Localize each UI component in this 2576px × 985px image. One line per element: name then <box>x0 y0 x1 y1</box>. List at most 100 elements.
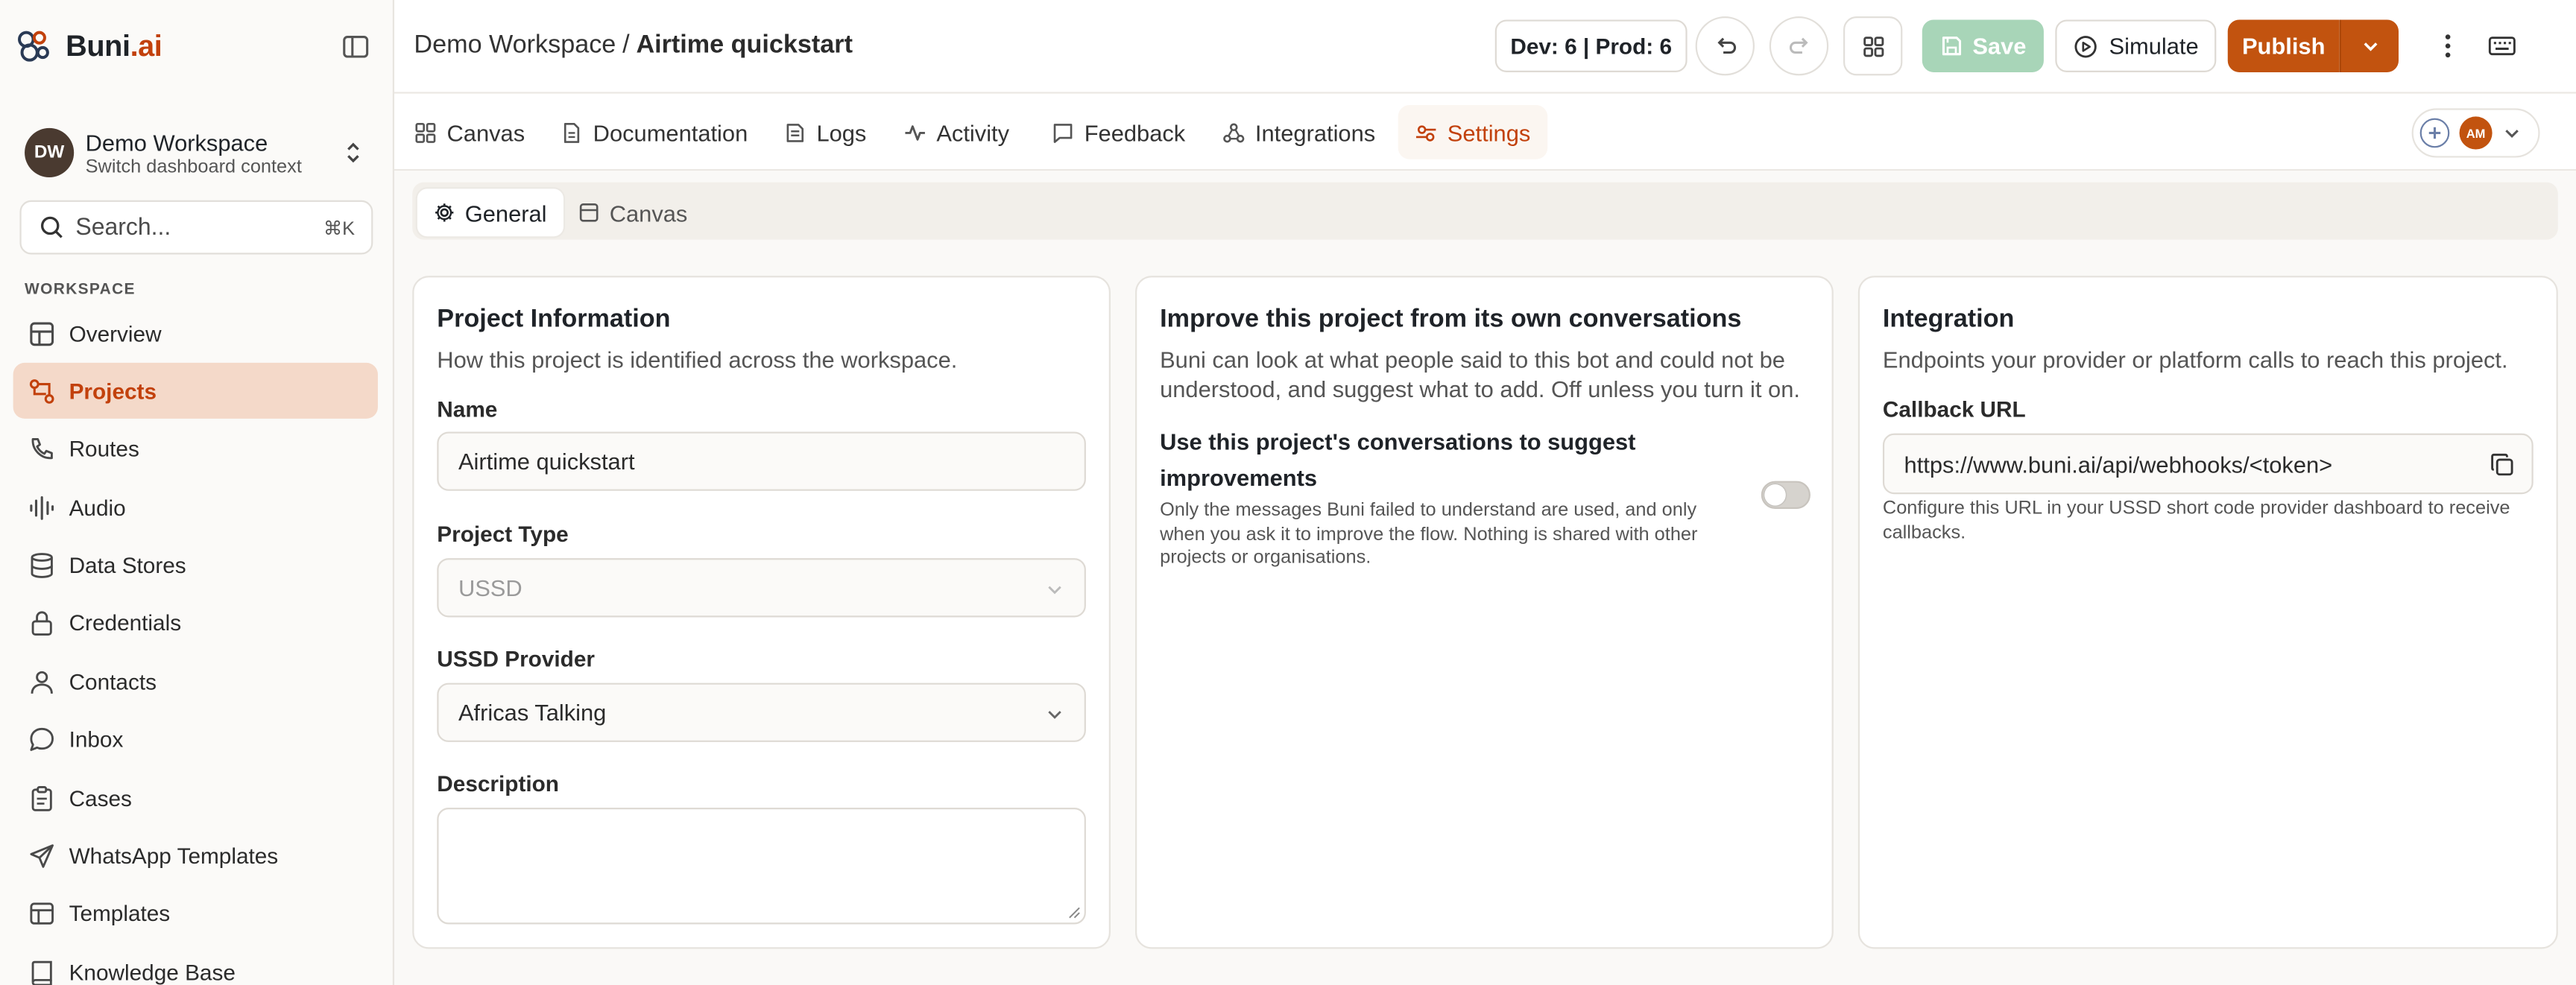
sidebar-item-routes[interactable]: Routes <box>13 422 378 478</box>
callback-url-field[interactable]: https://www.buni.ai/api/webhooks/<token> <box>1882 433 2534 495</box>
workspace-switcher[interactable]: DW Demo Workspace Switch dashboard conte… <box>22 121 373 184</box>
phone-icon <box>28 435 55 463</box>
user-icon <box>28 668 55 695</box>
workspace-name: Demo Workspace <box>85 128 268 156</box>
chevron-down-icon <box>1045 580 1064 599</box>
project-type-select: USSD <box>437 558 1086 618</box>
chevron-down-icon <box>1045 704 1064 723</box>
callback-url-help: Configure this URL in your USSD short co… <box>1882 498 2510 543</box>
sidebar-item-data-stores[interactable]: Data Stores <box>13 538 378 594</box>
breadcrumb-workspace[interactable]: Demo Workspace <box>414 31 616 59</box>
redo-button[interactable] <box>1769 16 1829 76</box>
message-icon <box>1052 121 1075 144</box>
workspace-avatar: DW <box>25 127 75 177</box>
buni-logo-icon <box>15 26 54 66</box>
ussd-provider-select[interactable]: Africas Talking <box>437 682 1086 742</box>
sidebar-item-audio[interactable]: Audio <box>13 480 378 536</box>
sidebar-item-contacts[interactable]: Contacts <box>13 654 378 710</box>
suggest-improvements-help: Only the messages Buni failed to underst… <box>1160 501 1698 568</box>
tab-integrations[interactable]: Integrations <box>1206 105 1392 159</box>
add-collaborator-icon[interactable] <box>2419 118 2450 148</box>
sidebar-item-credentials[interactable]: Credentials <box>13 596 378 652</box>
tab-settings[interactable]: Settings <box>1398 105 1547 159</box>
grid-icon <box>414 121 437 144</box>
project-tabs: Canvas Documentation Logs Activity Feedb… <box>394 95 2576 171</box>
suggest-improvements-label: Use this project's conversations to sugg… <box>1160 428 1636 491</box>
play-circle-icon <box>2073 34 2097 58</box>
simulate-button[interactable]: Simulate <box>2055 19 2217 72</box>
card-subtitle: Buni can look at what people said to thi… <box>1160 346 1800 402</box>
undo-button[interactable] <box>1695 16 1755 76</box>
name-label: Name <box>437 397 498 422</box>
search-placeholder: Search... <box>75 214 171 241</box>
layout-grid-icon <box>1860 34 1885 58</box>
project-information-card: Project Information How this project is … <box>412 276 1111 949</box>
sidebar-item-cases[interactable]: Cases <box>13 770 378 826</box>
section-label-workspace: WORKSPACE <box>25 280 136 300</box>
top-bar: Demo Workspace / Airtime quickstart Dev: 6… <box>394 0 2576 94</box>
projects-icon <box>28 378 55 405</box>
grid-icon <box>28 320 55 347</box>
workspace-subtitle: Switch dashboard context <box>85 156 302 177</box>
description-textarea[interactable] <box>437 808 1086 925</box>
settings-content: General Canvas Project Information How t… <box>394 171 2576 985</box>
user-avatar: AM <box>2459 116 2493 150</box>
card-title: Integration <box>1882 305 2015 334</box>
breadcrumb-project: Airtime quickstart <box>636 31 853 60</box>
search-input[interactable]: Search... ⌘K <box>19 200 373 255</box>
chevron-down-icon <box>2502 123 2522 142</box>
improve-project-card: Improve this project from its own conver… <box>1135 276 1834 949</box>
tab-canvas[interactable]: Canvas <box>397 105 541 159</box>
collaborators[interactable]: AM <box>2411 108 2540 158</box>
settings-sliders-icon <box>1415 121 1438 144</box>
sidebar-nav: Overview Projects Routes Audio Data Stor… <box>13 305 378 985</box>
resize-handle-icon[interactable] <box>1068 906 1082 919</box>
tab-feedback[interactable]: Feedback <box>1035 105 1202 159</box>
database-icon <box>28 551 55 579</box>
gear-icon <box>434 202 455 224</box>
card-title: Project Information <box>437 305 671 334</box>
publish-button[interactable]: Publish <box>2227 19 2340 72</box>
description-label: Description <box>437 771 559 796</box>
sidebar-item-projects[interactable]: Projects <box>13 363 378 419</box>
more-vertical-icon[interactable] <box>2434 31 2460 61</box>
chevron-down-icon <box>2360 36 2379 55</box>
copy-icon[interactable] <box>2489 452 2515 478</box>
project-type-label: Project Type <box>437 522 569 547</box>
integration-card: Integration Endpoints your provider or p… <box>1857 276 2558 949</box>
book-icon <box>28 958 55 985</box>
search-shortcut: ⌘K <box>323 219 356 239</box>
canvas-icon <box>578 202 600 224</box>
card-subtitle: Endpoints your provider or platform call… <box>1882 346 2508 373</box>
callback-url-label: Callback URL <box>1882 397 2026 422</box>
save-icon <box>1939 34 1963 57</box>
suggest-improvements-toggle[interactable] <box>1761 481 1811 510</box>
sidebar-item-inbox[interactable]: Inbox <box>13 712 378 768</box>
tab-logs[interactable]: Logs <box>767 105 883 159</box>
save-button[interactable]: Save <box>1922 19 2044 72</box>
tab-activity[interactable]: Activity <box>887 105 1026 159</box>
tab-documentation[interactable]: Documentation <box>544 105 765 159</box>
sidebar-item-overview[interactable]: Overview <box>13 305 378 361</box>
project-name-input[interactable]: Airtime quickstart <box>437 431 1086 491</box>
sidebar-collapse-icon[interactable] <box>341 33 369 60</box>
subtab-canvas[interactable]: Canvas <box>562 189 704 236</box>
logs-icon <box>783 121 806 144</box>
toggle-knob <box>1764 484 1786 506</box>
sidebar: Buni.ai DW Demo Workspace Switch dashboa… <box>0 0 394 985</box>
sidebar-item-whatsapp-templates[interactable]: WhatsApp Templates <box>13 829 378 884</box>
environment-status[interactable]: Dev: 6 | Prod: 6 <box>1494 19 1688 72</box>
card-subtitle: How this project is identified across th… <box>437 346 958 373</box>
sidebar-item-knowledge-base[interactable]: Knowledge Base <box>13 945 378 985</box>
chat-bubble-icon <box>28 726 55 753</box>
search-icon <box>40 215 64 240</box>
subtab-general[interactable]: General <box>417 189 564 237</box>
lock-icon <box>28 609 55 637</box>
webhook-icon <box>1222 121 1246 144</box>
layout-button[interactable] <box>1843 16 1903 76</box>
keyboard-icon[interactable] <box>2487 31 2517 61</box>
publish-options-button[interactable] <box>2339 19 2399 72</box>
sidebar-item-templates[interactable]: Templates <box>13 887 378 943</box>
brand[interactable]: Buni.ai <box>15 26 162 66</box>
ussd-provider-label: USSD Provider <box>437 647 595 672</box>
